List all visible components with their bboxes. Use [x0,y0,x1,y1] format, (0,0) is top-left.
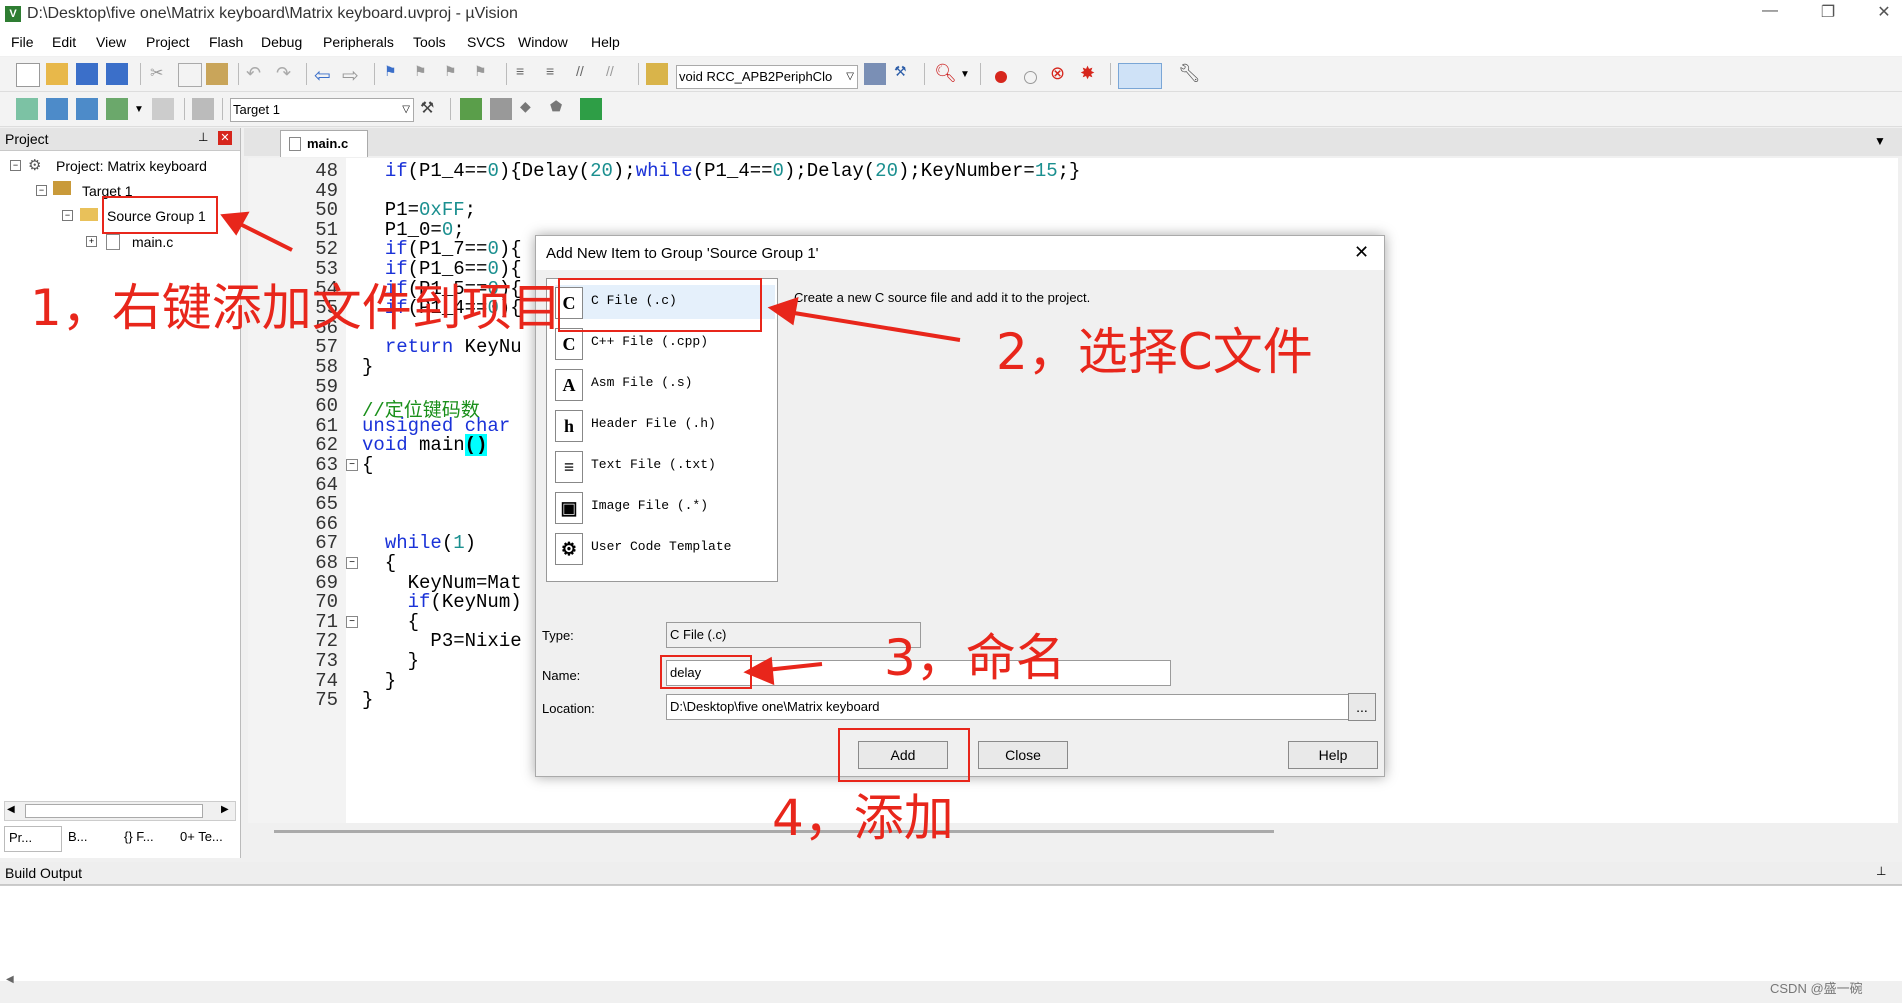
scroll-left-icon[interactable]: ◀ [6,974,14,985]
annotation-step-2: 2，选择C文件 [996,323,1313,381]
annotation-arrows [220,211,961,686]
pin-icon[interactable]: ⊥ [1876,864,1886,878]
annotation-step-3: 3，命名 [884,629,1066,687]
build-output-panel[interactable] [0,885,1902,981]
build-output-header: Build Output ⊥ [0,862,1902,885]
watermark: CSDN @盛一碗 [1770,981,1863,996]
annotation-step-4: 4，添加 [772,789,954,847]
build-output-title: Build Output [5,865,83,881]
annotation-step-1: 1，右键添加文件到项目 [30,279,562,337]
